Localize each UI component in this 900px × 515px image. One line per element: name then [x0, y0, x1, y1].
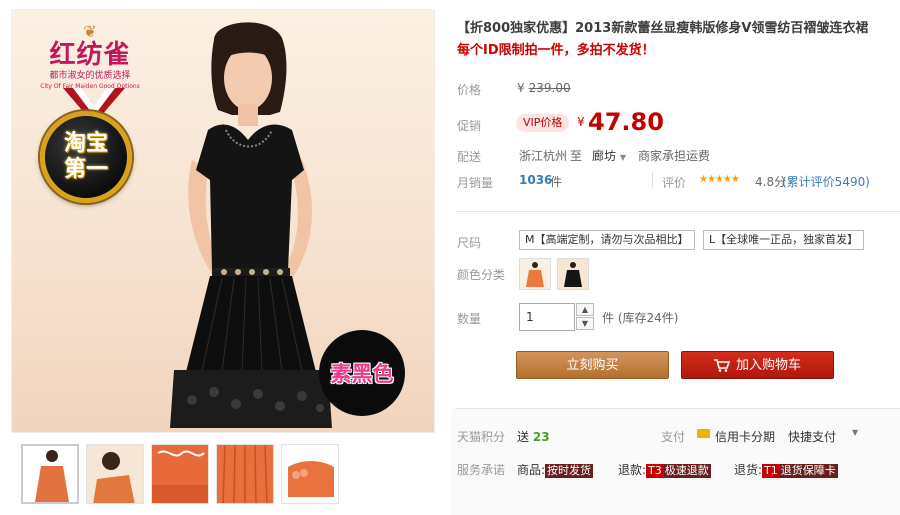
color-swatch-black[interactable]	[557, 258, 589, 290]
points-value: 送 23	[517, 430, 550, 444]
quantity-input[interactable]: 1	[519, 303, 575, 331]
thumbnail-5[interactable]	[281, 444, 339, 504]
cart-icon	[713, 359, 730, 372]
divider	[652, 172, 653, 187]
original-price: ¥239.00	[517, 81, 571, 95]
main-product-image: ❦ 红纺雀 都市淑女的优质选择 City Of Fair Maiden Good…	[11, 9, 435, 433]
credit-card-icon	[697, 429, 710, 438]
monthly-sales-label: 月销量	[457, 176, 494, 190]
quantity-label: 数量	[457, 312, 482, 326]
on-time-ship-tag[interactable]: 按时发货	[545, 464, 594, 478]
service-return: 退货: T1 退货保障卡	[734, 463, 838, 478]
quantity-stock: 件 (库存24件)	[602, 311, 679, 325]
quantity-decrement-button[interactable]: ▼	[576, 317, 594, 330]
service-goods: 商品: 按时发货	[517, 463, 594, 478]
purchase-limit-notice: 每个ID限制拍一件，多拍不发货！	[457, 43, 655, 58]
points-label: 天猫积分	[457, 430, 506, 444]
thumbnail-strip	[11, 437, 435, 515]
return-guarantee-tag[interactable]: T1 退货保障卡	[762, 464, 838, 478]
promo-currency: ¥	[577, 115, 585, 129]
fast-refund-tag[interactable]: T3 极速退款	[646, 464, 711, 478]
rating-stars-icon: ★★★★★	[699, 174, 740, 185]
thumbnail-3[interactable]	[151, 444, 209, 504]
color-label: 颜色分类	[457, 268, 506, 282]
add-to-cart-button[interactable]: 加入购物车	[681, 351, 834, 379]
service-refund: 退款: T3 极速退款	[618, 463, 711, 478]
buy-now-button[interactable]: 立刻购买	[516, 351, 669, 379]
divider	[455, 408, 900, 409]
quantity-increment-button[interactable]: ▲	[576, 303, 594, 316]
thumbnail-1[interactable]	[21, 444, 79, 504]
promo-label: 促销	[457, 119, 482, 133]
brand-name: 红纺雀	[49, 40, 131, 70]
size-option-m[interactable]: M【高端定制，请勿与次品相比】	[519, 230, 695, 250]
review-label: 评价	[662, 176, 687, 190]
credit-card-installment[interactable]: 信用卡分期	[715, 428, 775, 445]
vip-price-tag: VIP价格	[516, 114, 570, 132]
product-title: 【折800独家优惠】2013新款蕾丝显瘦韩版修身V领雪纺百褶皱连衣裙	[457, 21, 869, 36]
thumbnail-4[interactable]	[216, 444, 274, 504]
service-label: 服务承诺	[457, 463, 506, 477]
thumbnail-2[interactable]	[86, 444, 144, 504]
sales-unit: 件	[550, 175, 563, 189]
brand-slogan: 都市淑女的优质选择	[49, 71, 131, 81]
quick-pay[interactable]: 快捷支付	[788, 428, 836, 445]
payment-label: 支付	[661, 430, 686, 444]
size-option-l[interactable]: L【全球唯一正品，独家首发】	[703, 230, 865, 250]
monthly-sales-count: 1036	[519, 173, 553, 187]
ship-from: 浙江杭州	[519, 149, 568, 163]
taobao-first-badge: 淘宝 第一	[40, 111, 132, 203]
peacock-icon: ❦	[83, 22, 97, 41]
ship-to-select[interactable]: 廊坊 ▼	[592, 147, 626, 164]
color-swatch-orange[interactable]	[519, 258, 551, 290]
brand-logo: ❦ 红纺雀 都市淑女的优质选择 City Of Fair Maiden Good…	[40, 24, 140, 91]
promo-price: 47.80	[588, 108, 664, 136]
price-label: 价格	[457, 83, 482, 97]
divider	[455, 211, 900, 212]
size-label: 尺码	[457, 236, 482, 250]
chevron-down-icon: ▼	[619, 153, 626, 162]
shipping-label: 配送	[457, 150, 482, 164]
ship-to-word: 至	[570, 149, 583, 163]
color-badge: 素黑色	[319, 330, 405, 416]
review-count-link[interactable]: (累计评价5490)	[782, 173, 870, 190]
shipping-fee: 商家承担运费	[638, 149, 711, 163]
chevron-down-icon[interactable]: ▼	[852, 428, 858, 437]
